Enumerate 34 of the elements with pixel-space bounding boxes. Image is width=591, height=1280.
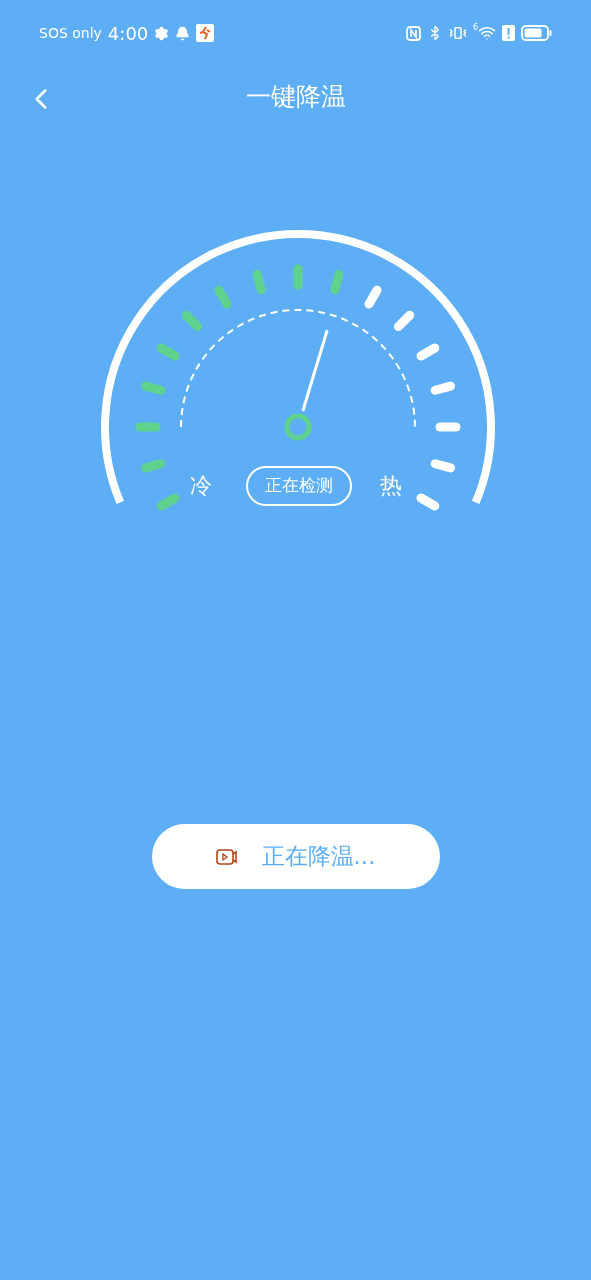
bell-icon <box>175 25 191 41</box>
nfc-icon <box>405 25 421 41</box>
needle-hub <box>284 413 312 441</box>
scale-tick <box>140 459 166 473</box>
scale-tick <box>214 285 232 309</box>
alert-icon <box>502 25 515 41</box>
wifi-icon <box>478 24 496 42</box>
wifi-superscript: 6 <box>472 24 478 32</box>
scale-tick <box>293 264 303 290</box>
scale-tick <box>364 285 382 309</box>
cooling-button[interactable]: 正在降温... <box>151 824 440 889</box>
video-icon <box>215 848 238 865</box>
hot-label: 热 <box>379 472 402 501</box>
scale-tick <box>430 381 456 395</box>
scale-tick <box>430 459 456 473</box>
scale-tick <box>140 381 166 395</box>
battery-icon <box>521 25 552 41</box>
cold-label: 冷 <box>189 472 212 501</box>
scale-tick <box>330 269 344 295</box>
scale-tick <box>156 493 180 511</box>
scale-tick <box>181 310 203 332</box>
scale-tick <box>252 269 266 295</box>
carrier-text: SOS only <box>39 23 102 43</box>
page-title: 一键降温 <box>245 81 346 114</box>
settings-icon <box>154 25 170 41</box>
scale-tick <box>435 422 461 432</box>
scale-tick <box>135 422 161 432</box>
scale-tick <box>416 343 440 361</box>
status-pill: 正在检测 <box>245 466 352 506</box>
scale-tick <box>393 310 415 332</box>
clock: 4:00 <box>107 21 149 46</box>
scale-tick <box>416 493 440 511</box>
scale-tick <box>156 343 180 361</box>
vibrate-icon <box>448 24 467 42</box>
